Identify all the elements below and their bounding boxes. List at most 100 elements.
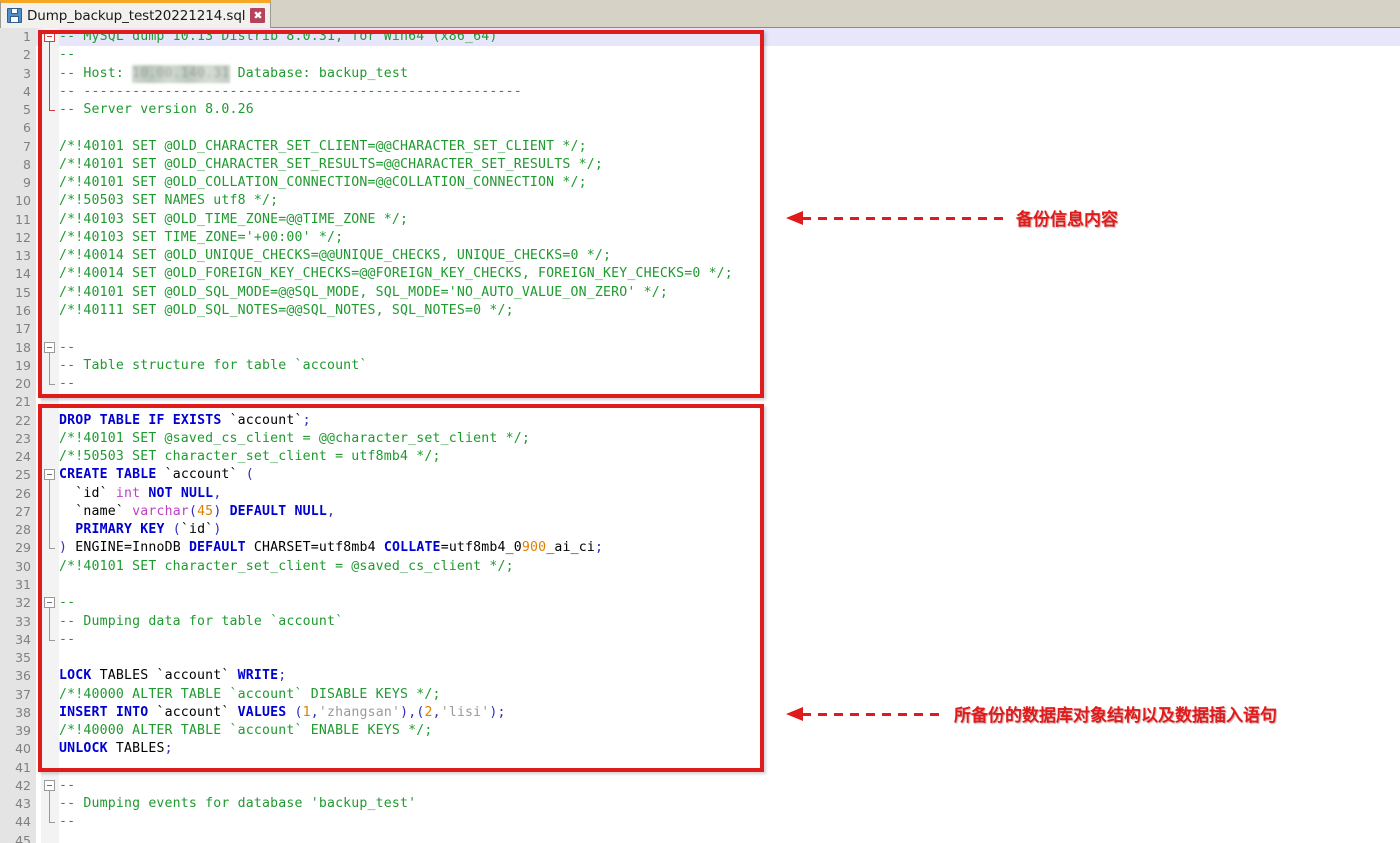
- code-line[interactable]: 36 LOCK TABLES `account` WRITE;: [0, 667, 1400, 686]
- fold-cell[interactable]: [41, 28, 59, 47]
- fold-cell[interactable]: [41, 758, 59, 777]
- code-line[interactable]: 11 /*!40103 SET @OLD_TIME_ZONE=@@TIME_ZON…: [0, 210, 1400, 229]
- fold-cell[interactable]: [41, 375, 59, 394]
- fold-cell[interactable]: [41, 137, 59, 156]
- code-line[interactable]: 29) ENGINE=InnoDB DEFAULT CHARSET=utf8mb…: [0, 539, 1400, 558]
- code-line[interactable]: 8 /*!40101 SET @OLD_CHARACTER_SET_RESULTS…: [0, 155, 1400, 175]
- code-line[interactable]: 34 --: [0, 630, 1400, 650]
- fold-cell[interactable]: [41, 557, 59, 576]
- fold-cell[interactable]: [41, 667, 59, 686]
- fold-cell[interactable]: [41, 502, 59, 522]
- fold-cell[interactable]: [41, 210, 59, 229]
- fold-cell[interactable]: [41, 46, 59, 65]
- fold-toggle-icon[interactable]: [44, 31, 55, 42]
- fold-cell[interactable]: [41, 174, 59, 193]
- code-line[interactable]: 16 /*!40111 SET @OLD_SQL_NOTES=@@SQL_NOTE…: [0, 301, 1400, 321]
- code-line[interactable]: 22 DROP TABLE IF EXISTS `account`;: [0, 411, 1400, 430]
- code-line[interactable]: 45: [0, 831, 1400, 843]
- fold-cell[interactable]: [41, 301, 59, 321]
- fold-cell[interactable]: [41, 338, 59, 358]
- fold-cell[interactable]: [41, 155, 59, 175]
- code-line[interactable]: 5 -- Server version 8.0.26: [0, 101, 1400, 120]
- fold-toggle-icon[interactable]: [44, 469, 55, 481]
- code-line[interactable]: 28 PRIMARY KEY (`id`): [0, 521, 1400, 540]
- code-line[interactable]: 15 /*!40101 SET @OLD_SQL_MODE=@@SQL_MODE,…: [0, 283, 1400, 302]
- fold-toggle-icon[interactable]: [44, 341, 55, 353]
- code-line[interactable]: 21: [0, 393, 1400, 412]
- line-content: `id` int NOT NULL,: [75, 485, 222, 501]
- fold-cell[interactable]: [41, 64, 59, 83]
- fold-cell[interactable]: [41, 448, 59, 467]
- code-line[interactable]: 4 -- ------------------------------------…: [0, 82, 1400, 102]
- fold-toggle-icon[interactable]: [44, 597, 55, 609]
- code-line[interactable]: 6: [0, 119, 1400, 138]
- fold-cell[interactable]: [41, 795, 59, 814]
- code-line[interactable]: 26 `id` int NOT NULL,: [0, 484, 1400, 503]
- code-line[interactable]: 35: [0, 649, 1400, 668]
- code-line[interactable]: 18 --: [0, 338, 1400, 358]
- fold-cell[interactable]: [41, 228, 59, 248]
- code-line[interactable]: 44 --: [0, 813, 1400, 832]
- fold-cell[interactable]: [41, 722, 59, 741]
- line-content: CREATE TABLE `account` (: [59, 467, 254, 483]
- code-line[interactable]: 27 `name` varchar(45) DEFAULT NULL,: [0, 502, 1400, 522]
- fold-toggle-icon[interactable]: [44, 779, 55, 791]
- fold-cell[interactable]: [41, 831, 59, 843]
- fold-cell[interactable]: [41, 466, 59, 486]
- fold-cell[interactable]: [41, 813, 59, 832]
- fold-cell[interactable]: [41, 740, 59, 759]
- code-line[interactable]: 24 /*!50503 SET character_set_client = ut…: [0, 448, 1400, 467]
- fold-cell[interactable]: [41, 393, 59, 412]
- fold-cell[interactable]: [41, 101, 59, 120]
- code-line[interactable]: 12 /*!40103 SET TIME_ZONE='+00:00' */;: [0, 228, 1400, 248]
- fold-line: [49, 356, 50, 376]
- fold-cell[interactable]: [41, 192, 59, 211]
- fold-cell[interactable]: [41, 429, 59, 449]
- fold-cell[interactable]: [41, 265, 59, 284]
- code-line[interactable]: 42 --: [0, 776, 1400, 796]
- code-line[interactable]: 43 -- Dumping events for database 'backup…: [0, 795, 1400, 814]
- line-number: 18: [0, 338, 36, 357]
- fold-cell[interactable]: [41, 82, 59, 102]
- code-line[interactable]: 3 -- Host: 10.00.140.31 Database: backup_…: [0, 64, 1400, 83]
- code-line[interactable]: 9 /*!40101 SET @OLD_COLLATION_CONNECTION=…: [0, 174, 1400, 193]
- code-line[interactable]: 30 /*!40101 SET character_set_client = @s…: [0, 557, 1400, 576]
- annotation-arrow-1: [786, 208, 1008, 228]
- fold-cell[interactable]: [41, 320, 59, 339]
- editor-tab[interactable]: Dump_backup_test20221214.sql ✖: [0, 0, 272, 28]
- fold-cell[interactable]: [41, 575, 59, 595]
- fold-line-end: [49, 813, 50, 823]
- code-line[interactable]: 23 /*!40101 SET @saved_cs_client = @@char…: [0, 429, 1400, 449]
- fold-cell[interactable]: [41, 630, 59, 650]
- fold-cell[interactable]: [41, 685, 59, 704]
- code-line[interactable]: 17: [0, 320, 1400, 339]
- code-line[interactable]: 40 UNLOCK TABLES;: [0, 740, 1400, 759]
- code-line[interactable]: 33 -- Dumping data for table `account`: [0, 612, 1400, 631]
- code-line[interactable]: 7 /*!40101 SET @OLD_CHARACTER_SET_CLIENT=…: [0, 137, 1400, 156]
- code-line[interactable]: 25 CREATE TABLE `account` (: [0, 466, 1400, 486]
- code-line[interactable]: 19 -- Table structure for table `account`: [0, 356, 1400, 376]
- code-line[interactable]: 13 /*!40014 SET @OLD_UNIQUE_CHECKS=@@UNIQ…: [0, 247, 1400, 266]
- code-line[interactable]: 31: [0, 575, 1400, 595]
- code-line[interactable]: 2 --: [0, 46, 1400, 65]
- code-line[interactable]: 32 --: [0, 594, 1400, 614]
- fold-cell[interactable]: [41, 119, 59, 138]
- code-line[interactable]: 41: [0, 758, 1400, 777]
- fold-cell[interactable]: [41, 484, 59, 503]
- fold-cell[interactable]: [41, 776, 59, 796]
- code-line[interactable]: 14 /*!40014 SET @OLD_FOREIGN_KEY_CHECKS=@…: [0, 265, 1400, 284]
- fold-cell[interactable]: [41, 411, 59, 430]
- fold-cell[interactable]: [41, 521, 59, 540]
- fold-cell[interactable]: [41, 283, 59, 302]
- fold-cell[interactable]: [41, 247, 59, 266]
- code-line[interactable]: 20 --: [0, 375, 1400, 394]
- fold-cell[interactable]: [41, 612, 59, 631]
- fold-cell[interactable]: [41, 594, 59, 614]
- code-line[interactable]: 1 -- MySQL dump 10.13 Distrib 8.0.31, for…: [0, 28, 1400, 47]
- code-line[interactable]: 10 /*!50503 SET NAMES utf8 */;: [0, 192, 1400, 211]
- close-icon[interactable]: ✖: [250, 8, 266, 23]
- fold-cell[interactable]: [41, 649, 59, 668]
- fold-cell[interactable]: [41, 703, 59, 723]
- fold-cell[interactable]: [41, 356, 59, 376]
- fold-cell[interactable]: [41, 539, 59, 558]
